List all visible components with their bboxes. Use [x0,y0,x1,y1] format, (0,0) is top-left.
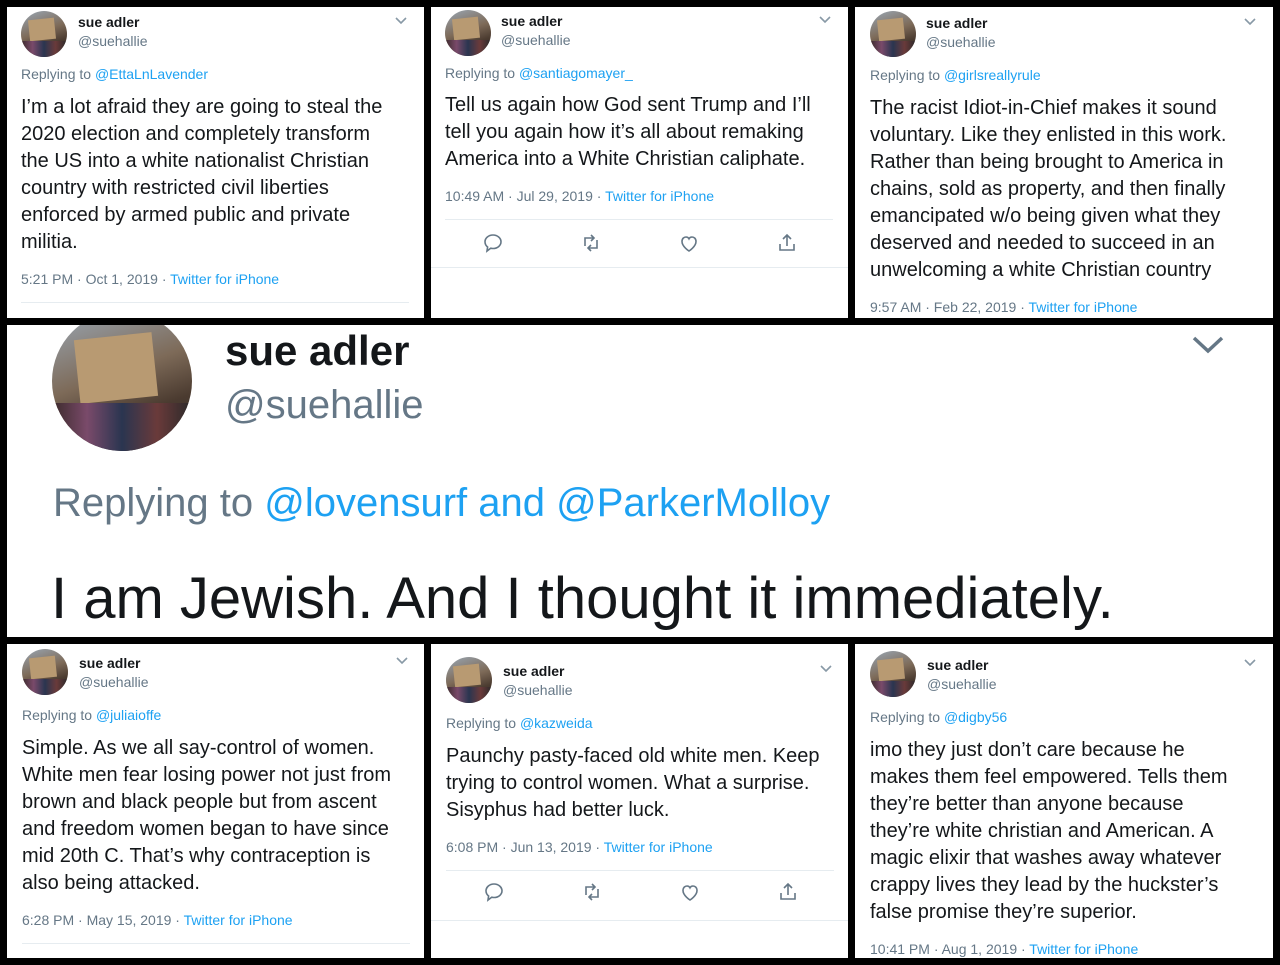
mention-link[interactable]: @digby56 [944,709,1007,725]
tweet-card: sue adler @suehallie Replying to @kazwei… [431,644,848,958]
divider [22,943,410,944]
source-link[interactable]: Twitter for iPhone [184,912,293,928]
divider [431,267,848,268]
replying-label: Replying to [22,707,96,723]
display-name[interactable]: sue adler [225,327,409,375]
mention-link[interactable]: @santiagomayer_ [519,65,633,81]
replying-to: Replying to @lovensurf and @ParkerMolloy [53,481,830,526]
replying-label: Replying to [445,65,519,81]
chevron-down-icon[interactable] [818,15,832,25]
chevron-down-icon[interactable] [1190,333,1226,357]
replying-to: Replying to @juliaioffe [22,707,161,723]
like-icon[interactable] [677,231,701,255]
source-link[interactable]: Twitter for iPhone [170,271,279,287]
chevron-down-icon[interactable] [819,664,833,674]
avatar[interactable] [446,657,492,703]
mention-link[interactable]: @juliaioffe [96,707,161,723]
display-name[interactable]: sue adler [926,15,987,31]
replying-to: Replying to @girlsreallyrule [870,67,1041,83]
user-handle[interactable]: @suehallie [225,383,424,428]
action-bar [482,880,800,904]
mention-link[interactable]: @girlsreallyrule [944,67,1041,83]
user-handle[interactable]: @suehallie [501,32,570,48]
tweet-text: I am Jewish. And I thought it immediatel… [51,566,1114,631]
divider [21,302,409,303]
tweet-card: sue adler @suehallie Replying to @digby5… [855,644,1273,958]
share-icon[interactable] [776,880,800,904]
tweet-card: sue adler @suehallie Replying to @santia… [431,7,848,318]
replying-label: Replying to [870,709,944,725]
tweet-text: The racist Idiot-in-Chief makes it sound… [870,97,1227,281]
tweet-text: Simple. As we all say-control of women. … [22,737,392,894]
avatar[interactable] [52,325,192,451]
tweet-meta: 6:28 PM · May 15, 2019 · Twitter for iPh… [22,912,293,928]
timestamp[interactable]: 10:41 PM · Aug 1, 2019 · [870,941,1029,957]
avatar[interactable] [870,651,916,697]
mention-link[interactable]: @EttaLnLavender [95,66,208,82]
source-link[interactable]: Twitter for iPhone [604,839,713,855]
timestamp[interactable]: 9:57 AM · Feb 22, 2019 · [870,299,1029,315]
divider [446,870,834,871]
chevron-down-icon[interactable] [394,16,408,26]
tweet-text: Tell us again how God sent Trump and I’l… [445,94,811,170]
replying-to: Replying to @digby56 [870,709,1007,725]
source-link[interactable]: Twitter for iPhone [1029,941,1138,957]
tweet-meta: 5:21 PM · Oct 1, 2019 · Twitter for iPho… [21,271,279,287]
source-link[interactable]: Twitter for iPhone [1029,299,1138,315]
avatar[interactable] [21,11,67,57]
avatar[interactable] [22,649,68,695]
like-icon[interactable] [678,880,702,904]
avatar[interactable] [445,10,491,56]
display-name[interactable]: sue adler [927,657,988,673]
user-handle[interactable]: @suehallie [78,33,147,49]
display-name[interactable]: sue adler [503,663,564,679]
tweet-text: I’m a lot afraid they are going to steal… [21,96,383,253]
divider [445,219,833,220]
tweet-meta: 10:49 AM · Jul 29, 2019 · Twitter for iP… [445,188,714,204]
display-name[interactable]: sue adler [78,14,139,30]
mention-link[interactable]: @lovensurf and @ParkerMolloy [264,481,830,525]
tweet-meta: 9:57 AM · Feb 22, 2019 · Twitter for iPh… [870,299,1137,315]
action-bar [481,231,799,255]
tweet-text: Paunchy pasty-faced old white men. Keep … [446,745,820,821]
replying-label: Replying to [53,481,265,525]
replying-label: Replying to [21,66,95,82]
tweet-text: imo they just don’t care because he make… [870,739,1228,923]
tweet-meta: 6:08 PM · Jun 13, 2019 · Twitter for iPh… [446,839,713,855]
tweet-meta: 10:41 PM · Aug 1, 2019 · Twitter for iPh… [870,941,1138,957]
replying-to: Replying to @EttaLnLavender [21,66,208,82]
divider [431,920,848,921]
user-handle[interactable]: @suehallie [79,674,148,690]
tweet-card: sue adler @suehallie Replying to @girlsr… [855,7,1273,318]
reply-icon[interactable] [482,880,506,904]
user-handle[interactable]: @suehallie [927,676,996,692]
replying-label: Replying to [870,67,944,83]
chevron-down-icon[interactable] [1243,17,1257,27]
tweet-card: sue adler @suehallie Replying to @juliai… [7,644,424,958]
user-handle[interactable]: @suehallie [503,682,572,698]
tweet-card: sue adler @suehallie Replying to @EttaLn… [7,7,424,318]
timestamp[interactable]: 6:28 PM · May 15, 2019 · [22,912,184,928]
retweet-icon[interactable] [579,231,603,255]
tweet-card-large: sue adler @suehallie Replying to @lovens… [7,325,1273,637]
chevron-down-icon[interactable] [1243,658,1257,668]
replying-label: Replying to [446,715,520,731]
timestamp[interactable]: 10:49 AM · Jul 29, 2019 · [445,188,605,204]
display-name[interactable]: sue adler [79,655,140,671]
replying-to: Replying to @kazweida [446,715,593,731]
source-link[interactable]: Twitter for iPhone [605,188,714,204]
mention-link[interactable]: @kazweida [520,715,593,731]
retweet-icon[interactable] [580,880,604,904]
display-name[interactable]: sue adler [501,13,562,29]
chevron-down-icon[interactable] [395,656,409,666]
timestamp[interactable]: 5:21 PM · Oct 1, 2019 · [21,271,170,287]
avatar[interactable] [870,11,916,57]
replying-to: Replying to @santiagomayer_ [445,65,633,81]
user-handle[interactable]: @suehallie [926,34,995,50]
timestamp[interactable]: 6:08 PM · Jun 13, 2019 · [446,839,604,855]
share-icon[interactable] [775,231,799,255]
reply-icon[interactable] [481,231,505,255]
